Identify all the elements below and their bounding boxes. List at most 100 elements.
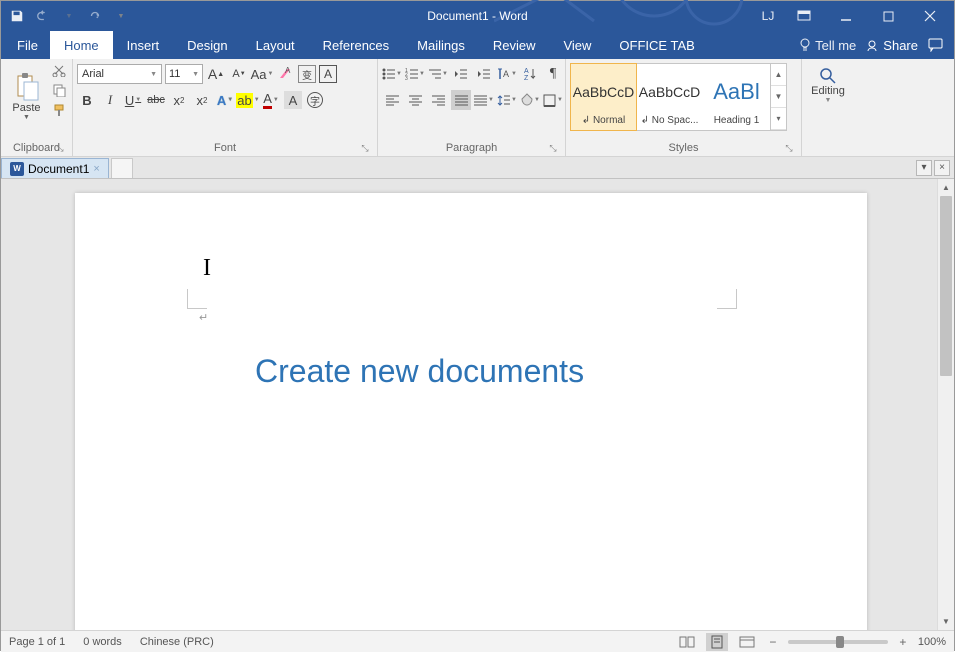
document-area[interactable]: I ↵ Create new documents (1, 179, 937, 630)
user-initials[interactable]: LJ (754, 1, 782, 31)
tab-review[interactable]: Review (479, 31, 550, 59)
styles-gallery-scroll[interactable]: ▲▼▾ (770, 64, 786, 130)
italic-button[interactable]: I (100, 90, 120, 110)
character-border-button[interactable]: A (319, 65, 337, 83)
numbering-button[interactable]: 123▼ (405, 64, 425, 84)
tab-office-tab[interactable]: OFFICE TAB (605, 31, 708, 59)
style-heading-1[interactable]: AaBl Heading 1 (703, 64, 770, 130)
scrollbar-thumb[interactable] (940, 196, 952, 376)
web-layout-button[interactable] (736, 633, 758, 651)
scroll-down-button[interactable]: ▼ (938, 613, 954, 630)
distributed-button[interactable]: ▼ (474, 90, 494, 110)
justify-button[interactable] (451, 90, 471, 110)
change-case-button[interactable]: Aa▼ (252, 64, 272, 84)
tab-home[interactable]: Home (50, 31, 113, 59)
superscript-button[interactable]: x2 (192, 90, 212, 110)
tabstrip-menu-button[interactable]: ▾ (916, 160, 932, 176)
tab-file[interactable]: File (5, 31, 50, 59)
tab-layout[interactable]: Layout (242, 31, 309, 59)
undo-dropdown-icon[interactable]: ▼ (57, 4, 81, 28)
tab-view[interactable]: View (549, 31, 605, 59)
vertical-scrollbar[interactable]: ▲ ▼ (937, 179, 954, 630)
strikethrough-button[interactable]: abc (146, 90, 166, 110)
editing-button[interactable]: Editing ▼ (806, 61, 850, 104)
bold-button[interactable]: B (77, 90, 97, 110)
font-dialog-launcher[interactable]: ⤡ (359, 142, 371, 154)
highlight-button[interactable]: ab▼ (238, 90, 258, 110)
close-tab-icon[interactable]: × (93, 163, 99, 175)
phonetic-guide-button[interactable]: 变 (298, 65, 316, 83)
styles-dialog-launcher[interactable]: ⤡ (783, 142, 795, 154)
qat-customize-icon[interactable]: ▼ (109, 4, 133, 28)
shrink-font-button[interactable]: A▼ (229, 64, 249, 84)
tabstrip-close-button[interactable]: × (934, 160, 950, 176)
font-size-combo[interactable]: 11▼ (165, 64, 203, 84)
borders-button[interactable]: ▼ (543, 90, 563, 110)
decrease-indent-button[interactable] (451, 64, 471, 84)
print-layout-button[interactable] (706, 633, 728, 651)
show-marks-button[interactable]: ¶ (543, 64, 563, 84)
align-left-button[interactable] (382, 90, 402, 110)
enclose-characters-button[interactable]: 字 (305, 90, 325, 110)
font-color-button[interactable]: A▼ (261, 90, 281, 110)
copy-button[interactable] (50, 81, 68, 99)
group-styles: AaBbCcD ↲ Normal AaBbCcD ↲ No Spac... Aa… (566, 59, 802, 156)
format-painter-button[interactable] (50, 101, 68, 119)
zoom-out-button[interactable]: − (766, 635, 780, 649)
style-normal[interactable]: AaBbCcD ↲ Normal (570, 63, 637, 131)
ribbon-display-options-icon[interactable] (784, 1, 824, 31)
character-shading-button[interactable]: A (284, 91, 302, 109)
cut-button[interactable] (50, 61, 68, 79)
style-no-spacing[interactable]: AaBbCcD ↲ No Spac... (636, 64, 703, 130)
redo-icon[interactable] (83, 4, 107, 28)
font-size-value: 11 (169, 68, 180, 80)
font-name-combo[interactable]: Arial▼ (77, 64, 162, 84)
tell-me-search[interactable]: Tell me (799, 38, 856, 53)
ribbon-tabstrip: File Home Insert Design Layout Reference… (1, 31, 954, 59)
tab-references[interactable]: References (309, 31, 403, 59)
increase-indent-button[interactable] (474, 64, 494, 84)
close-button[interactable] (910, 1, 950, 31)
language-status[interactable]: Chinese (PRC) (140, 636, 214, 648)
styles-gallery[interactable]: AaBbCcD ↲ Normal AaBbCcD ↲ No Spac... Aa… (570, 63, 787, 131)
text-effects-button[interactable]: A▼ (215, 90, 235, 110)
align-center-button[interactable] (405, 90, 425, 110)
page[interactable]: I ↵ Create new documents (75, 193, 867, 630)
line-spacing-button[interactable]: ▼ (497, 90, 517, 110)
page-number-status[interactable]: Page 1 of 1 (9, 636, 65, 648)
tab-insert[interactable]: Insert (113, 31, 174, 59)
zoom-in-button[interactable]: + (896, 635, 910, 649)
multilevel-list-button[interactable]: ▼ (428, 64, 448, 84)
subscript-button[interactable]: x2 (169, 90, 189, 110)
grow-font-button[interactable]: A▲ (206, 64, 226, 84)
word-count-status[interactable]: 0 words (83, 636, 122, 648)
paragraph-dialog-launcher[interactable]: ⤡ (547, 142, 559, 154)
scroll-up-button[interactable]: ▲ (938, 179, 954, 196)
clipboard-dialog-launcher[interactable]: ⤡ (54, 142, 66, 154)
align-right-button[interactable] (428, 90, 448, 110)
clear-formatting-button[interactable]: A (275, 64, 295, 84)
asian-layout-button[interactable]: A▼ (497, 64, 517, 84)
scrollbar-track[interactable] (938, 376, 954, 613)
document-tab[interactable]: W Document1 × (1, 158, 109, 178)
maximize-button[interactable] (868, 1, 908, 31)
clipboard-group-label: Clipboard (13, 142, 60, 154)
comments-icon[interactable] (928, 38, 944, 52)
underline-button[interactable]: U▼ (123, 90, 143, 110)
zoom-slider-thumb[interactable] (836, 636, 844, 648)
bullets-button[interactable]: ▼ (382, 64, 402, 84)
minimize-button[interactable] (826, 1, 866, 31)
paste-button[interactable]: Paste ▼ (5, 61, 48, 131)
new-tab-button[interactable] (111, 158, 133, 178)
sort-button[interactable]: AZ (520, 64, 540, 84)
tab-mailings[interactable]: Mailings (403, 31, 479, 59)
tab-design[interactable]: Design (173, 31, 241, 59)
zoom-level[interactable]: 100% (918, 636, 946, 648)
share-button[interactable]: Share (866, 38, 918, 53)
zoom-slider[interactable] (788, 640, 888, 644)
undo-icon[interactable] (31, 4, 55, 28)
read-mode-button[interactable] (676, 633, 698, 651)
save-icon[interactable] (5, 4, 29, 28)
document-heading-text[interactable]: Create new documents (255, 353, 584, 390)
shading-button[interactable]: ▼ (520, 90, 540, 110)
